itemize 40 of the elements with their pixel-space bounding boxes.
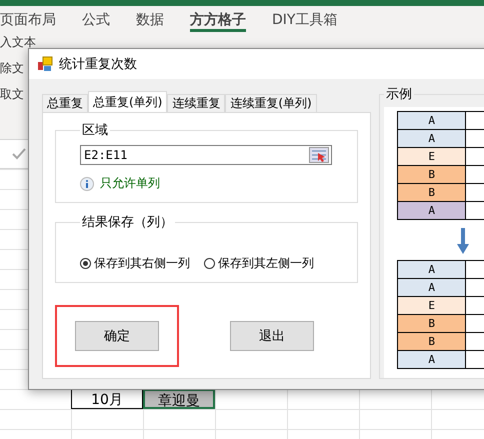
range-picker-icon[interactable]: [309, 147, 329, 163]
ribbon-tab[interactable]: 页面布局: [0, 8, 56, 32]
table-cell: A: [398, 202, 466, 220]
table-cell: B: [398, 166, 466, 184]
ribbon-button[interactable]: 入文本: [0, 34, 36, 51]
tab[interactable]: 连续重复: [167, 94, 226, 112]
ribbon-tab[interactable]: DIY工具箱: [272, 8, 338, 32]
table-cell: A: [398, 112, 466, 130]
dialog-button[interactable]: 退出: [230, 321, 314, 351]
group-label: 区域: [81, 122, 109, 139]
ribbon-button[interactable]: 取文: [0, 86, 24, 103]
table-cell: A: [398, 278, 466, 296]
table-cell[interactable]: 10月: [71, 389, 143, 409]
table-cell: E: [398, 148, 466, 166]
tab[interactable]: 总重复: [42, 94, 88, 112]
range-field[interactable]: E2:E11: [80, 145, 332, 165]
dialog-button[interactable]: 确定: [75, 321, 159, 351]
ribbon-tab[interactable]: 数据: [136, 8, 164, 32]
table-cell: A: [398, 350, 466, 368]
group-label: 结果保存（列）: [81, 214, 174, 231]
hint-text: 只允许单列: [100, 175, 160, 192]
table-cell: B: [398, 184, 466, 202]
tab[interactable]: 连续重复(单列): [225, 94, 317, 112]
ribbon-tab[interactable]: 公式: [82, 8, 110, 32]
table-cell: A: [398, 260, 466, 278]
check-icon[interactable]: [12, 148, 26, 160]
tab[interactable]: 总重复(单列): [88, 91, 168, 112]
radio-option[interactable]: 保存到其左侧一列: [204, 255, 314, 272]
dialog-title: 统计重复次数: [59, 56, 137, 73]
table-cell: B: [398, 332, 466, 350]
app-icon: [37, 56, 53, 72]
ribbon-button[interactable]: 除文: [0, 60, 24, 77]
info-icon: [80, 176, 94, 190]
table-cell: A: [398, 130, 466, 148]
table-cell: B: [398, 314, 466, 332]
table-cell[interactable]: 章迎曼: [143, 389, 215, 409]
table-cell: E: [398, 296, 466, 314]
group-label: 示例: [385, 86, 413, 103]
radio-option[interactable]: 保存到其右侧一列: [80, 255, 190, 272]
down-arrow-icon: [457, 228, 469, 254]
